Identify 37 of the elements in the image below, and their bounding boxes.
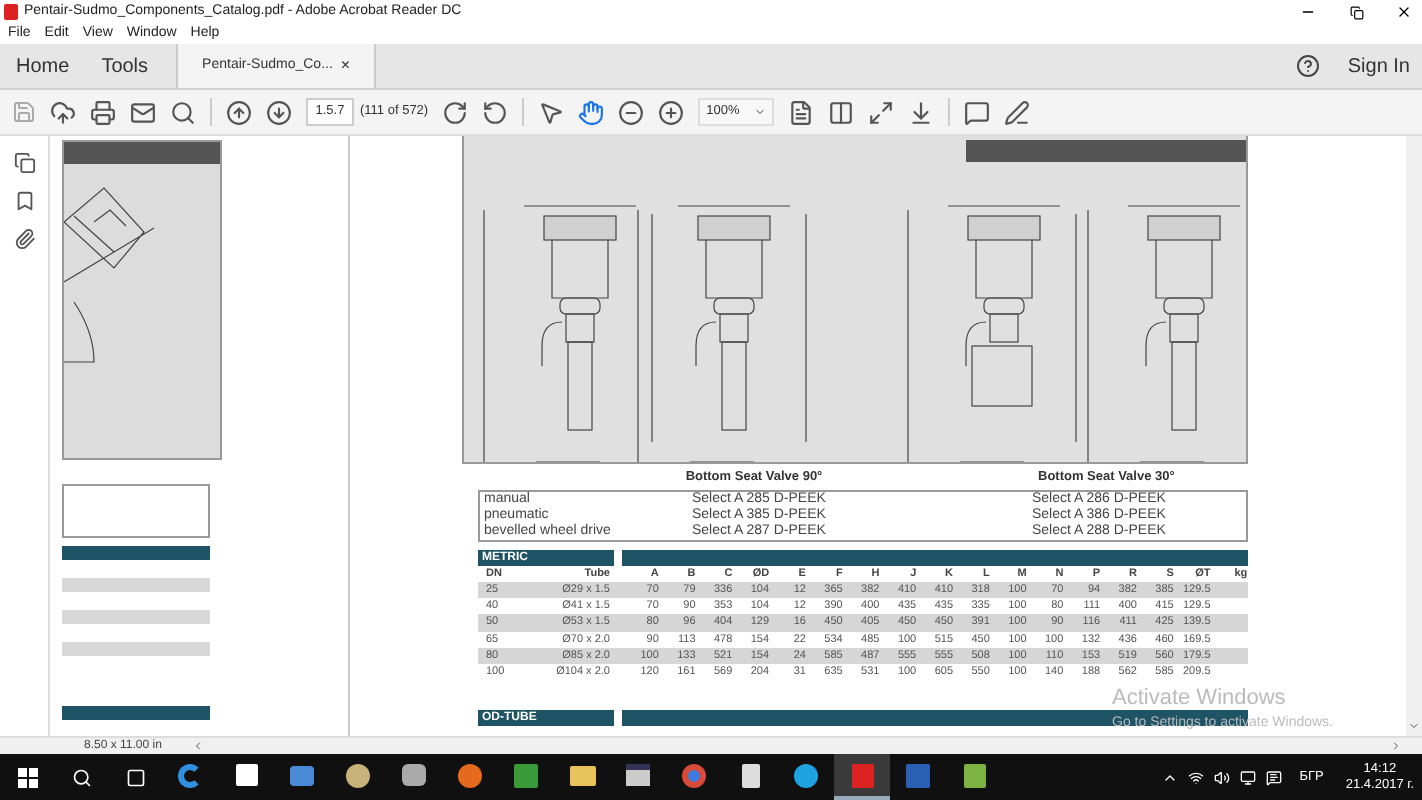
- windows-logo-icon: [17, 767, 37, 787]
- rotate-clockwise-icon[interactable]: [442, 99, 469, 125]
- pen-icon[interactable]: [1004, 99, 1031, 125]
- activation-title: Activate Windows: [1112, 686, 1288, 710]
- tab[interactable]: Home: [0, 44, 86, 88]
- notification-icon[interactable]: [1265, 769, 1282, 785]
- next-page-icon[interactable]: [266, 99, 292, 125]
- zoom-out-icon[interactable]: [618, 99, 645, 125]
- scroll-mode-icon[interactable]: [828, 99, 855, 125]
- rotate-counterclockwise-icon[interactable]: [482, 99, 509, 125]
- close-tab-button[interactable]: ×: [340, 54, 351, 78]
- zoom-in-icon[interactable]: [658, 99, 685, 125]
- task-view-icon[interactable]: [125, 767, 145, 787]
- help-icon[interactable]: [1295, 54, 1320, 78]
- restore-icon: [1349, 5, 1363, 19]
- network-icon[interactable]: [1187, 769, 1204, 785]
- volume-icon[interactable]: [1213, 769, 1230, 785]
- close-icon: [1396, 4, 1412, 20]
- download-icon[interactable]: [908, 99, 935, 125]
- full-screen-icon[interactable]: [868, 99, 895, 125]
- comment-icon[interactable]: [964, 99, 991, 125]
- cloud-upload-icon[interactable]: [50, 99, 76, 125]
- sign-in-button[interactable]: Sign In: [1347, 44, 1422, 88]
- tab[interactable]: Tools: [85, 44, 165, 88]
- pointer-icon[interactable]: [538, 99, 565, 125]
- hand-icon[interactable]: [578, 99, 605, 125]
- paperclip-icon[interactable]: [13, 228, 35, 250]
- bookmark-icon[interactable]: [13, 190, 35, 212]
- caret-icon: [754, 106, 767, 118]
- print-icon[interactable]: [90, 99, 116, 125]
- previous-page-icon[interactable]: [226, 99, 252, 125]
- pages-icon[interactable]: [13, 152, 35, 174]
- vertical-scrollbar[interactable]: [1406, 136, 1422, 736]
- display-icon[interactable]: [1239, 769, 1256, 785]
- search-icon[interactable]: [71, 767, 91, 787]
- page-fit-icon[interactable]: [788, 99, 815, 125]
- search-icon[interactable]: [170, 99, 196, 125]
